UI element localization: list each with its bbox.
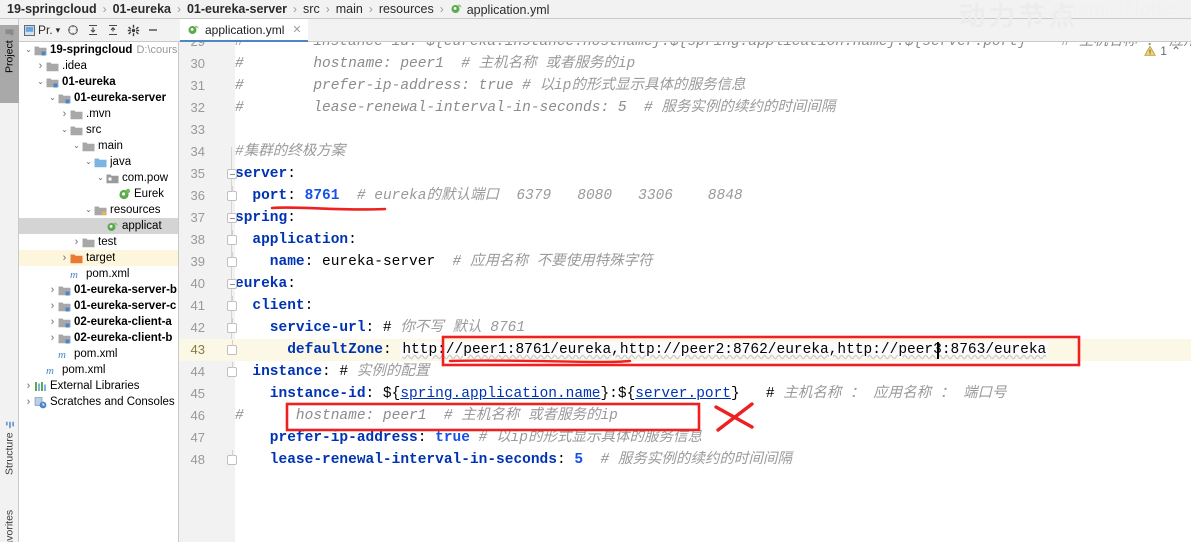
ide-window: 动力节点 Dynamic Nodes 19-springcloud › 01-eur… bbox=[0, 0, 1191, 542]
defaultzone-underline-annotation bbox=[448, 359, 632, 364]
hostname-box-annotation bbox=[285, 402, 701, 432]
cross-out-annotation bbox=[714, 402, 754, 432]
annotation-layer bbox=[270, 206, 1081, 432]
port-underline-annotation bbox=[270, 206, 387, 211]
